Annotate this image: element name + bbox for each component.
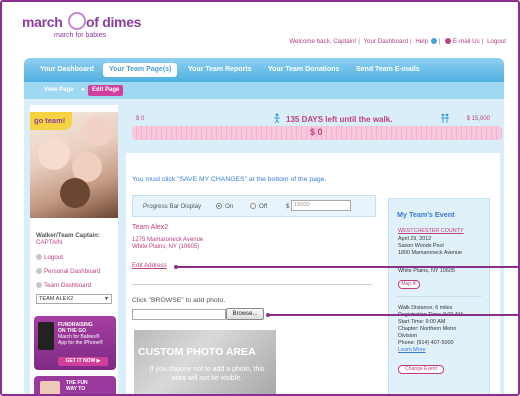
custom-photo-area-subtitle: If you choose not to add a photo, this a… bbox=[149, 366, 265, 382]
team-name: Team Alex2 bbox=[132, 224, 169, 231]
sidebar-link-personal-dashboard[interactable]: Personal Dashboard bbox=[36, 268, 100, 275]
subtab-edit-page[interactable]: Edit Page bbox=[88, 85, 124, 96]
help-link[interactable]: Help bbox=[415, 38, 428, 45]
promo-photo bbox=[40, 381, 60, 396]
callout-dot bbox=[174, 265, 178, 269]
email-icon bbox=[445, 38, 452, 45]
tab-your-team-pages[interactable]: Your Team Page(s) bbox=[103, 63, 178, 77]
promo2-text: THE FUN WAY TO bbox=[66, 380, 88, 392]
progress-bar-display-label: Progress Bar Display bbox=[143, 203, 202, 210]
team-address-line1: 1275 Mamaroneck Avenue bbox=[132, 237, 204, 243]
event-date: April 29, 2012 bbox=[398, 236, 432, 242]
edit-address-callout-line bbox=[176, 266, 518, 268]
event-city: White Plains, NY 10605 bbox=[398, 268, 455, 274]
walkers-finish-icon bbox=[441, 113, 449, 123]
bullet-icon bbox=[36, 268, 42, 275]
tab-your-dashboard-label[interactable]: Your Dashboard bbox=[34, 63, 100, 77]
event-county-link[interactable]: WESTCHESTER COUNTY bbox=[398, 228, 464, 234]
iphone-icon bbox=[38, 322, 54, 350]
bullet-icon bbox=[36, 282, 42, 289]
march-of-dimes-logo[interactable]: march of dimes march for babies bbox=[22, 12, 142, 46]
learn-more-link[interactable]: Learn More bbox=[398, 347, 426, 353]
event-start-time: Start Time: 9:00 AM bbox=[398, 319, 446, 325]
dollar-sign: $ bbox=[286, 203, 290, 210]
section-divider bbox=[132, 284, 372, 285]
tab-send-team-emails[interactable]: Send Team E-mails bbox=[350, 63, 426, 77]
callout-dot bbox=[266, 313, 270, 317]
dashboard-link[interactable]: Your Dashboard bbox=[364, 38, 409, 45]
event-divider bbox=[396, 296, 482, 297]
days-left-text: 135 DAYS left until the walk. bbox=[286, 115, 393, 124]
event-walk-distance: Walk Distance: 6 miles bbox=[398, 305, 453, 311]
go-team-badge: go team! bbox=[30, 112, 72, 130]
progress-bar-on-radio[interactable] bbox=[216, 203, 222, 209]
bullet-icon bbox=[36, 254, 42, 261]
subtab-view-page[interactable]: View Page bbox=[40, 85, 78, 96]
get-it-now-button[interactable]: GET IT NOW ▶ bbox=[58, 357, 108, 366]
go-team-label: go team! bbox=[34, 116, 66, 125]
team-select[interactable]: TEAM ALEX2 ▼ bbox=[36, 294, 112, 304]
progress-current-value: $ 0 bbox=[310, 127, 323, 137]
email-us-link[interactable]: E-mail Us bbox=[453, 38, 480, 45]
custom-photo-area bbox=[134, 330, 276, 396]
tab-your-team-reports[interactable]: Your Team Reports bbox=[182, 63, 258, 77]
progress-start-amount: $ 0 bbox=[136, 116, 145, 122]
map-it-button[interactable]: Map It! bbox=[398, 280, 420, 289]
logout-link[interactable]: Logout bbox=[487, 38, 506, 45]
custom-photo-area-title: CUSTOM PHOTO AREA bbox=[138, 346, 256, 358]
photo-file-input[interactable] bbox=[132, 309, 226, 320]
change-event-button[interactable]: Change Event bbox=[398, 365, 444, 374]
sidebar-link-team-dashboard[interactable]: Team Dashboard bbox=[36, 282, 91, 289]
goal-amount-input[interactable]: 15000 bbox=[291, 200, 351, 211]
help-icon[interactable] bbox=[430, 38, 437, 45]
browse-callout-line bbox=[268, 314, 518, 316]
baby-icon bbox=[68, 12, 86, 30]
event-phone: Phone: (914) 407-5000 bbox=[398, 340, 454, 346]
captain-name: CAPTAIN bbox=[36, 239, 63, 246]
team-photo: go team! bbox=[30, 112, 118, 218]
browse-hint: Click "BROWSE" to add photo. bbox=[132, 297, 226, 304]
team-address-line2: White Plains, NY (10605) bbox=[132, 244, 200, 250]
walker-figure-icon bbox=[274, 113, 280, 124]
off-label: Off bbox=[259, 203, 268, 210]
event-street: 1800 Mamaroneck Avenue bbox=[398, 250, 463, 256]
save-changes-notice: You must click "SAVE MY CHANGES" at the … bbox=[132, 176, 327, 183]
event-venue: Saxon Woods Pool bbox=[398, 243, 444, 249]
welcome-link[interactable]: Welcome back, Captain! bbox=[289, 38, 356, 45]
tab-your-team-donations[interactable]: Your Team Donations bbox=[262, 63, 345, 77]
logo-tagline: march for babies bbox=[54, 32, 107, 39]
on-label: On bbox=[225, 203, 234, 210]
event-division: Division bbox=[398, 333, 417, 339]
event-title: My Team's Event bbox=[397, 210, 455, 219]
edit-address-link[interactable]: Edit Address bbox=[132, 262, 167, 269]
walker-team-captain-label: Walker/Team Captain: bbox=[36, 232, 100, 239]
sidebar-link-logout[interactable]: Logout bbox=[36, 254, 63, 261]
chevron-down-icon: ▼ bbox=[104, 296, 109, 302]
progress-bar-off-radio[interactable] bbox=[250, 203, 256, 209]
browse-button[interactable]: Browse... bbox=[226, 308, 264, 320]
event-chapter: Chapter: Northern Metro bbox=[398, 326, 457, 332]
logo-word-of-dimes: of dimes bbox=[86, 14, 142, 30]
top-links: Welcome back, Captain! | Your Dashboard | … bbox=[289, 38, 506, 45]
logo-word-march: march bbox=[22, 14, 63, 30]
progress-goal-amount: $ 15,000 bbox=[466, 116, 490, 122]
promo-text: FUNDRAISING ON THE GO March for Babies® … bbox=[58, 322, 104, 346]
